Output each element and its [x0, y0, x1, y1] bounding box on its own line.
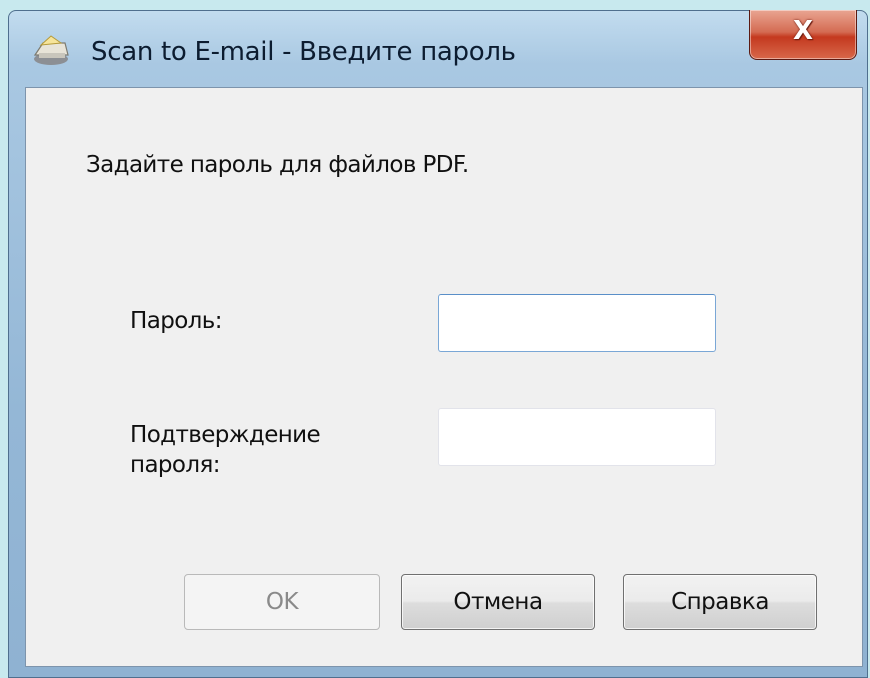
close-icon: X: [792, 16, 814, 46]
close-button[interactable]: X: [749, 10, 857, 60]
instruction-text: Задайте пароль для файлов PDF.: [86, 152, 469, 178]
title-bar[interactable]: Scan to E-mail - Введите пароль X: [9, 10, 867, 87]
password-label: Пароль:: [130, 308, 222, 334]
help-button[interactable]: Справка: [623, 574, 817, 630]
confirm-password-field[interactable]: [438, 408, 716, 466]
scanner-email-icon: [33, 35, 69, 65]
confirm-password-label: Подтверждение пароля:: [130, 420, 321, 480]
cancel-button[interactable]: Отмена: [401, 574, 595, 630]
dialog-content: Задайте пароль для файлов PDF. Пароль: П…: [25, 87, 863, 667]
window-title: Scan to E-mail - Введите пароль: [91, 37, 516, 67]
password-field[interactable]: [438, 294, 716, 352]
confirm-label-line2: пароля:: [130, 452, 220, 478]
dialog-window: Scan to E-mail - Введите пароль X Задайт…: [8, 10, 868, 678]
ok-button[interactable]: OK: [184, 574, 380, 630]
confirm-label-line1: Подтверждение: [130, 422, 321, 448]
